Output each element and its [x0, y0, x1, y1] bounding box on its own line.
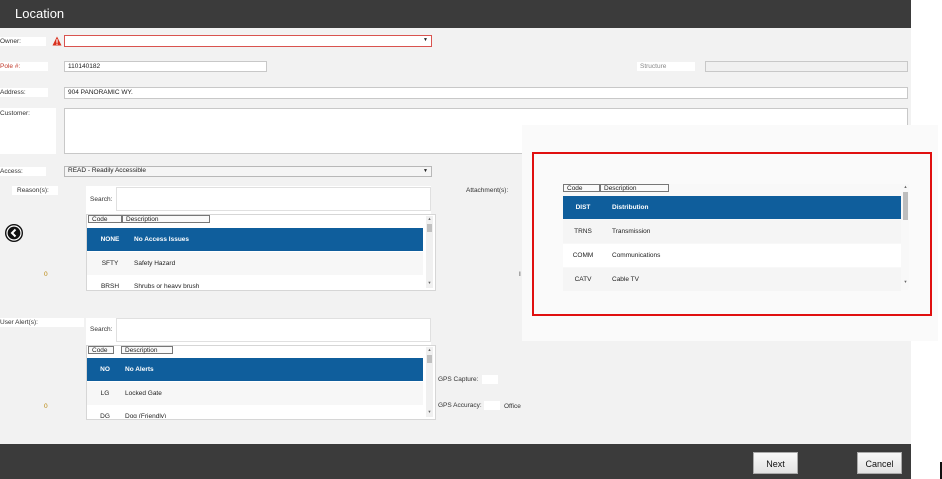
alerts-search-label: Search:: [90, 326, 113, 333]
reasons-count: 0: [44, 271, 48, 278]
attachments-label: Attachment(s):: [466, 187, 509, 194]
cancel-button[interactable]: Cancel: [857, 452, 902, 474]
chevron-down-icon: ▼: [423, 37, 428, 43]
structure-label: Structure: [640, 63, 667, 70]
reasons-scrollbar[interactable]: ▲ ▼: [426, 216, 433, 288]
user-alerts-label: User Alert(s):: [0, 319, 38, 326]
row-code: NO: [100, 366, 110, 373]
address-label: Address:: [0, 89, 26, 96]
reasons-list-header: Code Description: [87, 215, 427, 224]
gps-accuracy-label: GPS Accuracy:: [438, 402, 482, 409]
scroll-up-icon[interactable]: ▲: [426, 216, 433, 221]
list-item[interactable]: NO No Alerts: [87, 358, 423, 381]
window-header: Location: [0, 0, 911, 28]
warning-icon: [52, 36, 62, 46]
row-description: Dog (Friendly): [125, 413, 167, 418]
reasons-search-label: Search:: [90, 196, 113, 203]
scroll-up-icon[interactable]: ▲: [426, 347, 433, 352]
row-code: LG: [100, 390, 110, 397]
structure-field[interactable]: [705, 61, 908, 72]
pole-label: Pole #:: [0, 63, 21, 70]
user-alerts-count: 0: [44, 403, 48, 410]
row-description: Safety Hazard: [134, 260, 176, 267]
owner-select[interactable]: ▼: [64, 35, 432, 47]
row-code: NONE: [100, 236, 120, 243]
address-field[interactable]: 904 PANORAMIC WY.: [64, 87, 908, 99]
list-item[interactable]: LG Locked Gate: [87, 382, 423, 405]
column-header-description[interactable]: Description: [122, 215, 210, 223]
access-select[interactable]: READ - Readily Accessible ▼: [64, 166, 432, 177]
row-code: BRSH: [100, 283, 120, 288]
row-description: Shrubs or heavy brush: [134, 283, 200, 288]
gps-capture-value: [482, 375, 498, 384]
gps-accuracy-box: [484, 401, 500, 410]
row-description: No Alerts: [125, 366, 154, 373]
row-code: DG: [100, 413, 110, 418]
list-item[interactable]: BRSH Shrubs or heavy brush: [87, 276, 423, 288]
highlight-frame: [532, 152, 932, 316]
column-header-description[interactable]: Description: [121, 346, 173, 354]
reasons-search-input[interactable]: [116, 187, 431, 211]
customer-label: Customer:: [0, 110, 30, 117]
next-button[interactable]: Next: [753, 452, 798, 474]
row-code: SFTY: [101, 260, 119, 267]
row-description: Locked Gate: [125, 390, 162, 397]
pole-number-field[interactable]: 110140182: [64, 61, 267, 72]
gps-accuracy-value: Office: [504, 403, 521, 410]
list-item[interactable]: DG Dog (Friendly): [87, 406, 423, 418]
list-item[interactable]: NONE No Access Issues: [87, 228, 423, 251]
owner-label: Owner:: [0, 38, 21, 45]
reasons-list: Code Description NONE No Access Issues S…: [86, 214, 436, 291]
back-arrow-icon[interactable]: [5, 224, 23, 242]
reasons-label: Reason(s):: [17, 187, 49, 194]
chevron-down-icon: ▼: [423, 168, 428, 174]
scroll-down-icon[interactable]: ▼: [426, 280, 433, 285]
alerts-list: Code Description NO No Alerts LG Locked …: [86, 345, 436, 420]
row-description: No Access Issues: [134, 236, 190, 243]
column-header-code[interactable]: Code: [88, 346, 114, 354]
gps-capture-label: GPS Capture:: [438, 376, 479, 383]
scroll-thumb[interactable]: [427, 355, 432, 363]
access-label: Access:: [0, 168, 23, 175]
alerts-scrollbar[interactable]: ▲ ▼: [426, 347, 433, 417]
column-header-code[interactable]: Code: [88, 215, 122, 223]
alerts-search-input[interactable]: [116, 318, 431, 342]
page-title: Location: [15, 6, 65, 21]
access-value: READ - Readily Accessible: [68, 167, 147, 174]
scroll-thumb[interactable]: [427, 224, 432, 232]
alerts-list-header: Code Description: [87, 346, 427, 355]
list-item[interactable]: SFTY Safety Hazard: [87, 252, 423, 275]
scroll-down-icon[interactable]: ▼: [426, 409, 433, 414]
attachments-count: I: [519, 271, 521, 278]
